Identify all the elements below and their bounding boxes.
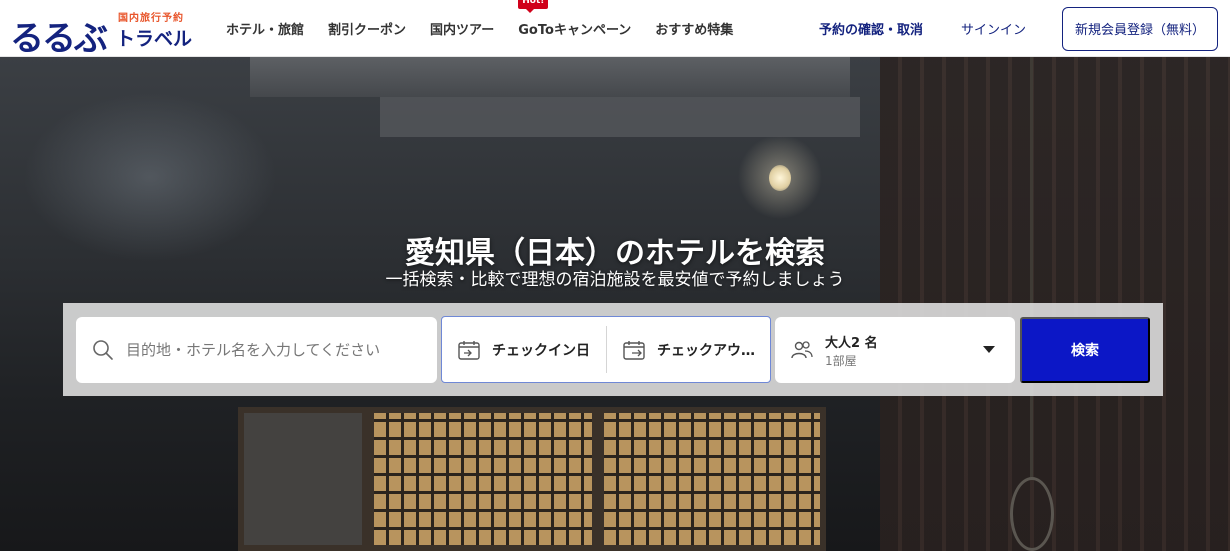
hero-banner: 愛知県（日本）のホテルを検索 一括検索・比較で理想の宿泊施設を最安値で予約しまし… <box>0 57 1230 551</box>
nav-features[interactable]: おすすめ特集 <box>655 19 733 38</box>
guests-selector[interactable]: 大人2 名 1部屋 <box>775 317 1015 383</box>
background-beam-lower <box>380 97 860 137</box>
main-nav: ホテル・旅館 割引クーポン 国内ツアー Hot! GoToキャンペーン おすすめ… <box>226 0 757 57</box>
site-header: るるぶ 国内旅行予約 トラベル ホテル・旅館 割引クーポン 国内ツアー Hot!… <box>0 0 1230 59</box>
logo-subtitle: 国内旅行予約 <box>118 13 184 24</box>
register-button[interactable]: 新規会員登録（無料） <box>1061 6 1218 51</box>
logo[interactable]: るるぶ 国内旅行予約 トラベル <box>10 7 193 59</box>
destination-input[interactable] <box>126 341 416 359</box>
destination-field[interactable] <box>76 317 437 383</box>
guests-summary: 大人2 名 1部屋 <box>825 332 878 369</box>
nav-coupons[interactable]: 割引クーポン <box>328 19 406 38</box>
search-button[interactable]: 検索 <box>1020 317 1150 383</box>
date-picker: チェックイン日 チェックアウト日 <box>441 316 771 383</box>
lamp-glow <box>769 165 791 191</box>
hanging-hook <box>1010 477 1054 551</box>
caret-down-icon <box>983 346 995 353</box>
folding-screen-right <box>598 407 826 551</box>
background-beam <box>250 57 850 97</box>
folding-screen-middle <box>368 407 598 551</box>
nav-hotels[interactable]: ホテル・旅館 <box>226 19 304 38</box>
search-panel: チェックイン日 チェックアウト日 <box>63 303 1163 396</box>
nav-goto-label: GoToキャンペーン <box>518 23 632 38</box>
hero-subtitle: 一括検索・比較で理想の宿泊施設を最安値で予約しましょう <box>385 270 845 290</box>
rooms-count: 1部屋 <box>825 353 857 368</box>
signin-link[interactable]: サインイン <box>961 19 1026 38</box>
checkout-field[interactable]: チェックアウト日 <box>607 317 771 382</box>
logo-travel: トラベル <box>116 28 193 50</box>
nav-goto-campaign[interactable]: Hot! GoToキャンペーン <box>518 0 632 38</box>
reservation-link[interactable]: 予約の確認・取消 <box>819 19 923 38</box>
calendar-checkout-icon <box>623 340 645 360</box>
guests-count: 大人2 名 <box>825 335 878 351</box>
checkin-label: チェックイン日 <box>492 342 590 359</box>
nav-domestic-tours[interactable]: 国内ツアー <box>430 19 494 38</box>
checkin-field[interactable]: チェックイン日 <box>442 317 606 382</box>
logo-mark: るるぶ <box>10 19 108 59</box>
folding-screen-left <box>238 407 368 551</box>
calendar-checkin-icon <box>458 340 480 360</box>
guests-icon <box>791 341 813 359</box>
checkout-label: チェックアウト日 <box>657 342 757 359</box>
hot-badge: Hot! <box>518 0 549 13</box>
search-icon <box>93 340 113 360</box>
header-actions: 予約の確認・取消 サインイン 新規会員登録（無料） <box>819 0 1218 57</box>
